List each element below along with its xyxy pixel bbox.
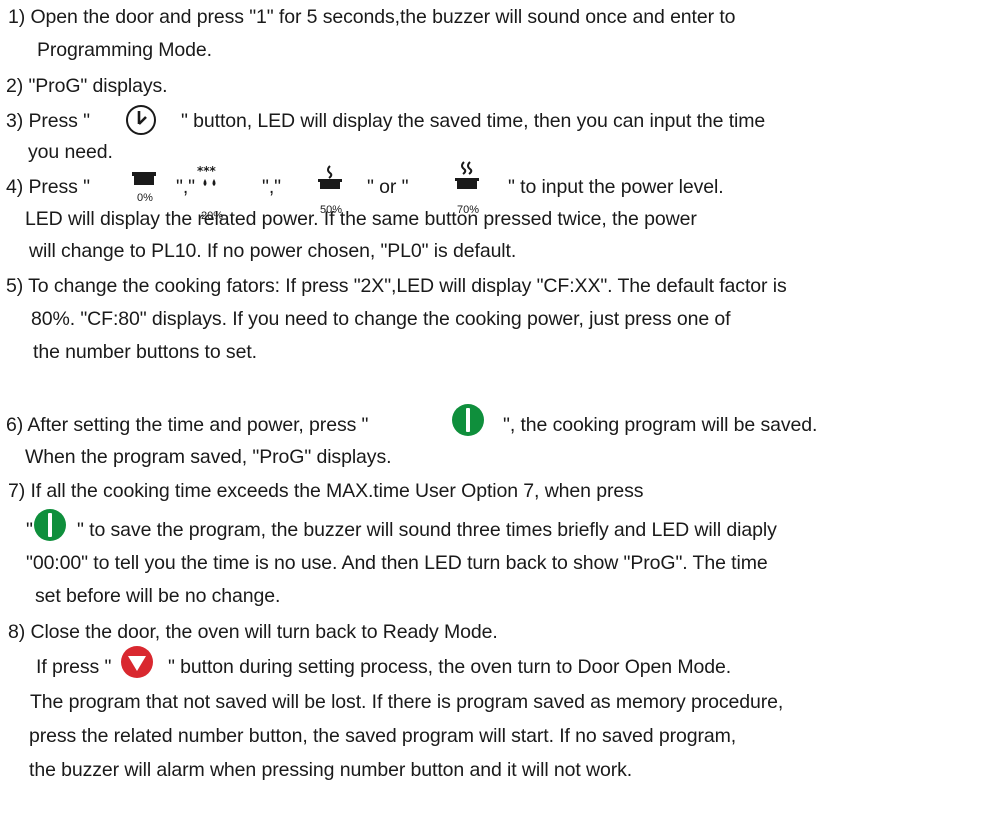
step7-line3: "00:00" to tell you the time is no use. … — [26, 552, 768, 574]
step5-line3: the number buttons to set. — [33, 341, 257, 363]
step4-line2: LED will display the related power. If t… — [25, 208, 697, 230]
step8-line1: 8) Close the door, the oven will turn ba… — [8, 621, 498, 643]
step8-line2b: " button during setting process, the ove… — [168, 656, 732, 678]
stop-button-icon — [121, 646, 153, 678]
step3-line1a: 3) Press " — [6, 110, 90, 132]
step2-line1: 2) "ProG" displays. — [6, 75, 168, 97]
step4-sep3: " or " — [367, 176, 409, 198]
pot-steam-high-icon — [455, 161, 479, 189]
step3-line1b: " button, LED will display the saved tim… — [181, 110, 766, 132]
pot-0-icon — [132, 172, 156, 185]
clock-icon — [126, 105, 156, 135]
step5-line1: 5) To change the cooking fators: If pres… — [6, 275, 787, 297]
step4-sep2: "," — [262, 176, 281, 198]
step4-prefix: 4) Press " — [6, 176, 90, 198]
step1-line1: 1) Open the door and press "1" for 5 sec… — [8, 6, 736, 28]
step6-line1b: ", the cooking program will be saved. — [503, 414, 818, 436]
step7-line1: 7) If all the cooking time exceeds the M… — [8, 480, 644, 502]
pot-steam-low-icon — [318, 165, 342, 189]
step6-line1a: 6) After setting the time and power, pre… — [6, 414, 369, 436]
step4-sep1: "," — [176, 176, 195, 198]
step3-line2: you need. — [28, 141, 113, 163]
step7-line2b: " to save the program, the buzzer will s… — [77, 519, 777, 541]
svg-text:***: *** — [197, 164, 217, 178]
start-button-icon — [452, 404, 484, 436]
step6-line2: When the program saved, "ProG" displays. — [25, 446, 392, 468]
step8-line3: The program that not saved will be lost.… — [30, 691, 784, 713]
pot-defrost-icon: *** — [197, 164, 217, 186]
step1-line2: Programming Mode. — [37, 39, 212, 61]
step8-line4: press the related number button, the sav… — [29, 725, 737, 747]
step8-line5: the buzzer will alarm when pressing numb… — [29, 759, 633, 781]
step4-line3: will change to PL10. If no power chosen,… — [29, 240, 517, 262]
step5-line2: 80%. "CF:80" displays. If you need to ch… — [31, 308, 731, 330]
start-button-icon — [34, 509, 66, 541]
step8-line2a: If press " — [36, 656, 112, 678]
pot-0-label: 0% — [137, 192, 153, 204]
step7-line2a: " — [26, 519, 33, 541]
step4-suffix: " to input the power level. — [508, 176, 724, 198]
step7-line4: set before will be no change. — [35, 585, 281, 607]
